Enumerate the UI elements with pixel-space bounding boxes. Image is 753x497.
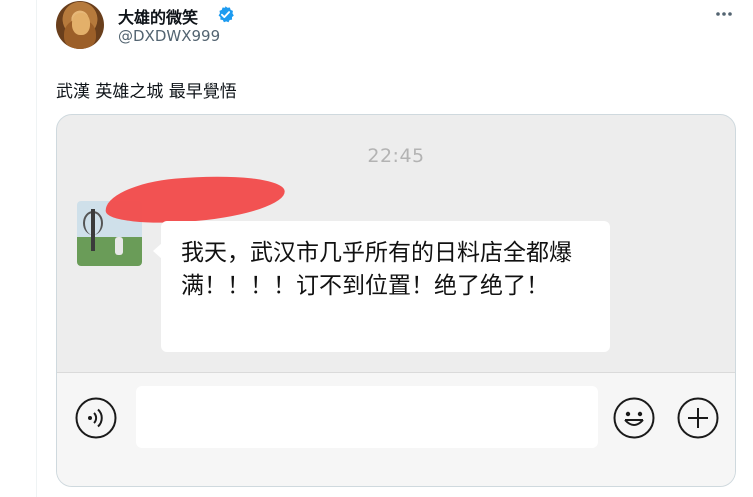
tree-trunk [91, 209, 95, 251]
voice-icon[interactable] [75, 397, 117, 439]
person-figure [115, 237, 123, 255]
timeline-divider [36, 0, 37, 497]
author-display-name[interactable]: 大雄的微笑 [118, 4, 198, 28]
more-icon[interactable] [714, 4, 734, 24]
tweet-media-image[interactable]: 22:45 我天，武汉市几乎所有的日料店全都爆满！！！！订不到位置！绝了绝了！ [56, 114, 736, 487]
plus-icon[interactable] [677, 397, 719, 439]
chat-input-bar [57, 372, 735, 486]
lion-face [72, 13, 90, 35]
verified-badge-icon [218, 6, 234, 23]
author-handle[interactable]: @DXDWX999 [118, 27, 220, 45]
redaction-scribble [103, 169, 287, 229]
emoji-icon[interactable] [613, 397, 655, 439]
author-avatar[interactable] [56, 1, 104, 49]
message-input[interactable] [136, 386, 598, 448]
tweet-text: 武漢 英雄之城 最早覺悟 [56, 82, 237, 102]
chat-timestamp: 22:45 [367, 145, 425, 167]
message-text: 我天，武汉市几乎所有的日料店全都爆满！！！！订不到位置！绝了绝了！ [181, 240, 572, 299]
message-bubble: 我天，武汉市几乎所有的日料店全都爆满！！！！订不到位置！绝了绝了！ [153, 221, 610, 352]
